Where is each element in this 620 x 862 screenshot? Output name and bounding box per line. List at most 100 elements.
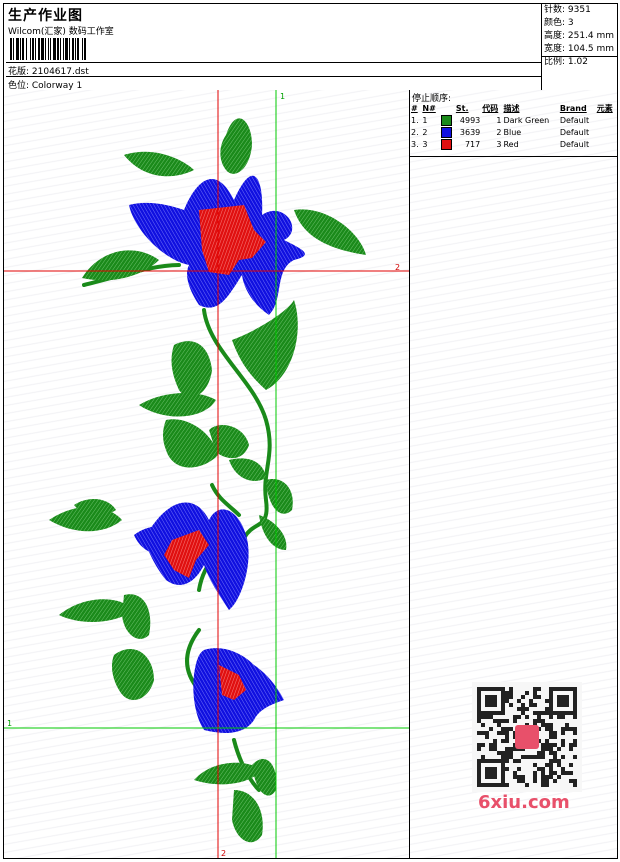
barcode [10, 38, 140, 60]
qr-module [545, 775, 549, 779]
qr-code [472, 682, 582, 792]
qr-module [553, 759, 557, 763]
qr-module [545, 723, 549, 727]
row-stitches: 4993 [459, 115, 481, 125]
qr-module [497, 719, 501, 723]
row-brand: Default [559, 127, 590, 137]
row-stitches: 3639 [459, 127, 481, 137]
qr-module [521, 707, 525, 711]
qr-module [533, 771, 537, 775]
qr-module [513, 771, 517, 775]
qr-module [517, 779, 521, 783]
row-code: 3 [496, 139, 502, 149]
qr-module [541, 751, 545, 755]
table-row: 1. 1 4993 1 Dark Green Default [410, 114, 617, 126]
col-code: 代码 [482, 103, 499, 113]
qr-module [509, 687, 513, 691]
qr-module [521, 711, 525, 715]
qr-module [489, 747, 493, 751]
qr-module [493, 747, 497, 751]
qr-module [505, 719, 509, 723]
qr-module [533, 695, 537, 699]
qr-module [501, 727, 505, 731]
qr-module [573, 755, 577, 759]
row-brand: Default [559, 139, 590, 149]
stats-divider [542, 56, 618, 57]
qr-module [549, 759, 553, 763]
qr-module [481, 731, 485, 735]
qr-module [541, 719, 545, 723]
qr-module [501, 731, 505, 735]
qr-module [545, 707, 549, 711]
row-swatch [440, 126, 455, 138]
qr-module [485, 731, 489, 735]
qr-module [537, 711, 541, 715]
qr-module [561, 727, 565, 731]
qr-module [533, 755, 537, 759]
col-stitches: St. [455, 103, 469, 113]
row-brand: Default [559, 115, 590, 125]
qr-module [525, 783, 529, 787]
qr-module [517, 699, 521, 703]
qr-module [537, 755, 541, 759]
stat-stitches: 针数: 9351 [544, 5, 591, 15]
table-bottom-rule [410, 156, 617, 157]
qr-module [509, 703, 513, 707]
qr-module [533, 763, 537, 767]
row-n: 3 [422, 139, 428, 149]
qr-module [549, 767, 553, 771]
qr-module [565, 727, 569, 731]
guide-label-h1: 1 [7, 719, 12, 728]
row-stitches: 717 [464, 139, 481, 149]
qr-module [565, 723, 569, 727]
qr-finder [485, 695, 497, 707]
qr-module [521, 775, 525, 779]
qr-module [553, 743, 557, 747]
qr-module [505, 699, 509, 703]
qr-module [517, 775, 521, 779]
qr-module [537, 751, 541, 755]
qr-module [489, 743, 493, 747]
qr-module [573, 783, 577, 787]
qr-module [529, 755, 533, 759]
qr-module [553, 731, 557, 735]
stop-sequence-table: # N# St. 代码 描述 Brand 元素 1. 1 4993 1 Dark Gre… [410, 102, 617, 150]
row-element [596, 126, 617, 138]
qr-module [561, 739, 565, 743]
qr-module [549, 723, 553, 727]
col-index: # [411, 103, 418, 113]
qr-module [541, 767, 545, 771]
qr-module [569, 763, 573, 767]
qr-module [481, 755, 485, 759]
qr-module [537, 715, 541, 719]
qr-module [553, 771, 557, 775]
header-divider [6, 76, 541, 77]
qr-module [537, 719, 541, 723]
qr-module [517, 759, 521, 763]
qr-module [545, 739, 549, 743]
qr-module [541, 747, 545, 751]
row-desc: Dark Green [503, 115, 550, 125]
qr-module [549, 775, 553, 779]
qr-module [545, 779, 549, 783]
qr-module [569, 727, 573, 731]
qr-module [525, 691, 529, 695]
qr-module [529, 703, 533, 707]
qr-module [505, 751, 509, 755]
qr-module [493, 743, 497, 747]
watermark: 6xiu.com [478, 792, 570, 813]
qr-module [537, 687, 541, 691]
qr-module [549, 715, 553, 719]
guide-label-v2: 2 [221, 849, 226, 858]
qr-module [541, 723, 545, 727]
qr-module [521, 703, 525, 707]
qr-module [573, 727, 577, 731]
qr-module [545, 699, 549, 703]
qr-module [493, 739, 497, 743]
guide-label-h2: 2 [395, 263, 400, 272]
qr-module [557, 715, 561, 719]
qr-module [545, 711, 549, 715]
stat-width: 宽度: 104.5 mm [544, 44, 615, 54]
qr-module [505, 783, 509, 787]
qr-module [553, 755, 557, 759]
